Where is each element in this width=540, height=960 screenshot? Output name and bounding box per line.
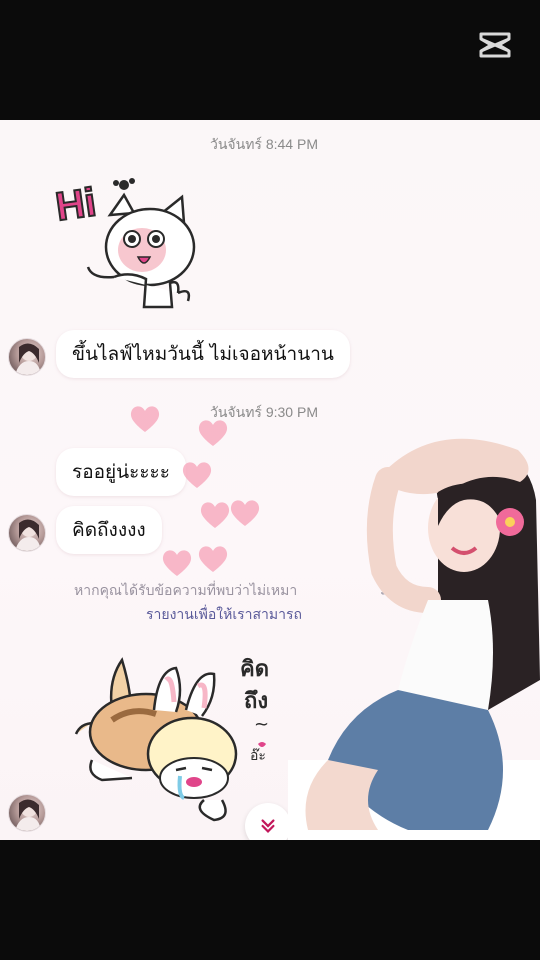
scroll-down-button[interactable] (245, 803, 291, 840)
girl-overlay-image (288, 438, 540, 840)
timestamp-1: วันจันทร์ 8:44 PM (210, 136, 318, 152)
heart-icon (198, 546, 228, 572)
avatar[interactable] (8, 794, 46, 832)
top-bar (0, 0, 540, 120)
heart-icon (182, 462, 212, 488)
message-bubble: คิดถึงงงง (56, 506, 162, 554)
avatar[interactable] (8, 514, 46, 552)
hi-sticker-text: Hi (53, 180, 99, 229)
heart-icon (200, 502, 230, 528)
miss-you-cat-sticker: คิด ถึง ~ อ๊ะ (74, 657, 269, 822)
chat-screen: วันจันทร์ 8:44 PM Hi ขึ้นไลฟ์ไหมวันนี้ ไ… (0, 120, 540, 840)
heart-icon (198, 420, 228, 446)
bottom-bar (0, 840, 540, 960)
hi-cat-sticker: Hi (52, 178, 196, 309)
heart-icon (162, 550, 192, 576)
heart-icon (130, 406, 160, 432)
sticker-text-2: ถึง (244, 689, 268, 714)
message-bubble: ขึ้นไลฟ์ไหมวันนี้ ไม่เจอหน้านาน (56, 330, 350, 378)
capcut-logo-icon (479, 32, 511, 58)
sticker-text-1: คิด (240, 657, 269, 682)
message-bubble: รออยู่น่ะะะะ (56, 448, 186, 496)
report-link[interactable]: รายงานเพื่อให้เราสามารถ (146, 604, 302, 626)
report-notice-line: หากคุณได้รับข้อความที่พบว่าไม่เหมา (74, 583, 298, 599)
sticker-text-3: ~ (254, 714, 269, 735)
heart-icon (230, 500, 260, 526)
double-chevron-down-icon (261, 819, 275, 833)
sticker-text-4: อ๊ะ (250, 748, 266, 764)
avatar[interactable] (8, 338, 46, 376)
